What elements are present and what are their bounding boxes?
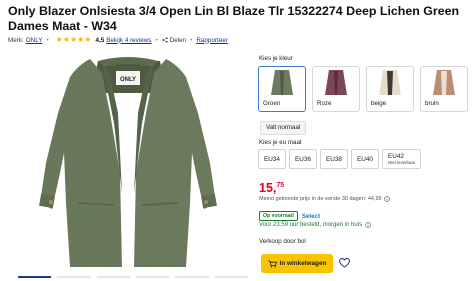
add-to-cart-button[interactable]: In winkelwagen: [261, 254, 333, 273]
separator-dot: •: [190, 36, 193, 44]
delivery-info: Voor 23:59 uur besteld, morgen in huis: [259, 222, 371, 228]
star-icon: ★: [70, 35, 78, 44]
size-options: EU34 EU36 EU38 EU40 EU42 Niet leverbaar: [258, 149, 422, 169]
size-label: Kies je eu maat: [259, 139, 302, 146]
carousel-indicator[interactable]: [175, 276, 209, 278]
size-option-eu34[interactable]: EU34: [258, 149, 286, 169]
color-swatch-image: [325, 70, 347, 95]
price: 15,75: [259, 179, 284, 195]
report-link[interactable]: Rapporteer: [196, 37, 228, 44]
color-swatch-image: [271, 70, 293, 95]
size-option-eu36[interactable]: EU36: [289, 149, 317, 169]
color-option-groen[interactable]: Groen: [258, 66, 306, 112]
brand-link[interactable]: ONLY: [26, 37, 43, 44]
size-option-label: EU38: [326, 155, 342, 163]
star-icon: ★: [62, 35, 70, 44]
price-cents: 75: [276, 182, 285, 189]
color-option-roze[interactable]: Roze: [312, 66, 360, 112]
product-title: Only Blazer Onlsiesta 3/4 Open Lin Bl Bl…: [8, 4, 460, 33]
rating-stars: ★ ★ ★ ★ ★: [56, 36, 92, 44]
color-options: Groen Roze beige bruin: [258, 66, 468, 112]
delivery-text: Voor 23:59 uur besteld, morgen in huis: [259, 222, 363, 228]
color-swatch-image: [433, 70, 455, 95]
select-badge: Select: [301, 212, 321, 220]
share-button[interactable]: Delen: [162, 37, 186, 44]
color-option-label: bruin: [425, 100, 439, 107]
reviews-link[interactable]: Bekijk 4 reviews: [106, 37, 151, 44]
size-option-label: EU36: [295, 155, 311, 163]
meta-row: Merk: ONLY • ★ ★ ★ ★ ★ 4,5 Bekijk 4 revi…: [8, 36, 228, 44]
info-icon[interactable]: [383, 196, 390, 202]
color-option-label: Groen: [263, 100, 281, 107]
lowest-price-note: Meest getoonde prijs in de eerste 30 dag…: [259, 196, 390, 202]
size-option-label: EU40: [357, 155, 373, 163]
info-icon[interactable]: [365, 222, 371, 228]
fit-badge: Valt normaal: [260, 121, 307, 135]
color-option-label: beige: [371, 100, 387, 107]
lowest-price-text: Meest getoonde prijs in de eerste 30 dag…: [259, 196, 382, 202]
separator-dot: •: [155, 36, 158, 44]
carousel-indicator[interactable]: [135, 276, 170, 278]
share-icon: [162, 37, 168, 43]
separator-dot: •: [46, 36, 49, 44]
share-label: Delen: [169, 36, 187, 44]
seller-info: Verkoop door bol: [259, 238, 306, 245]
size-option-eu42[interactable]: EU42 Niet leverbaar: [382, 149, 422, 169]
stock-row: Op voorraad Select: [259, 211, 320, 221]
add-to-cart-label: In winkelwagen: [279, 260, 327, 267]
color-label: Kies je kleur: [259, 55, 293, 62]
size-option-label: EU34: [264, 155, 280, 163]
size-unavailable-note: Niet leverbaar: [388, 160, 416, 165]
half-star-icon: ★: [84, 35, 92, 44]
cart-icon: [267, 260, 277, 268]
brand-prefix: Merk:: [8, 36, 24, 44]
brand-tag-label: ONLY: [120, 77, 136, 83]
carousel-indicator[interactable]: [18, 276, 52, 278]
rating-value: 4,5: [95, 36, 105, 44]
carousel-indicator[interactable]: [214, 276, 248, 278]
carousel-indicator[interactable]: [96, 276, 130, 278]
image-carousel-indicators: [18, 276, 248, 280]
color-option-beige[interactable]: beige: [366, 66, 414, 112]
star-icon: ★: [55, 35, 63, 44]
carousel-indicator[interactable]: [57, 276, 91, 278]
product-image[interactable]: ONLY: [18, 53, 238, 269]
price-whole: 15,: [259, 181, 277, 195]
size-option-label: EU42: [388, 153, 404, 160]
color-option-bruin[interactable]: bruin: [420, 66, 468, 112]
star-icon: ★: [77, 35, 85, 44]
color-swatch-image: [379, 70, 401, 95]
heart-icon[interactable]: [339, 258, 350, 268]
size-option-eu38[interactable]: EU38: [320, 149, 348, 169]
stock-badge: Op voorraad: [259, 211, 298, 221]
color-option-label: Roze: [317, 100, 332, 107]
size-option-eu40[interactable]: EU40: [351, 149, 379, 169]
